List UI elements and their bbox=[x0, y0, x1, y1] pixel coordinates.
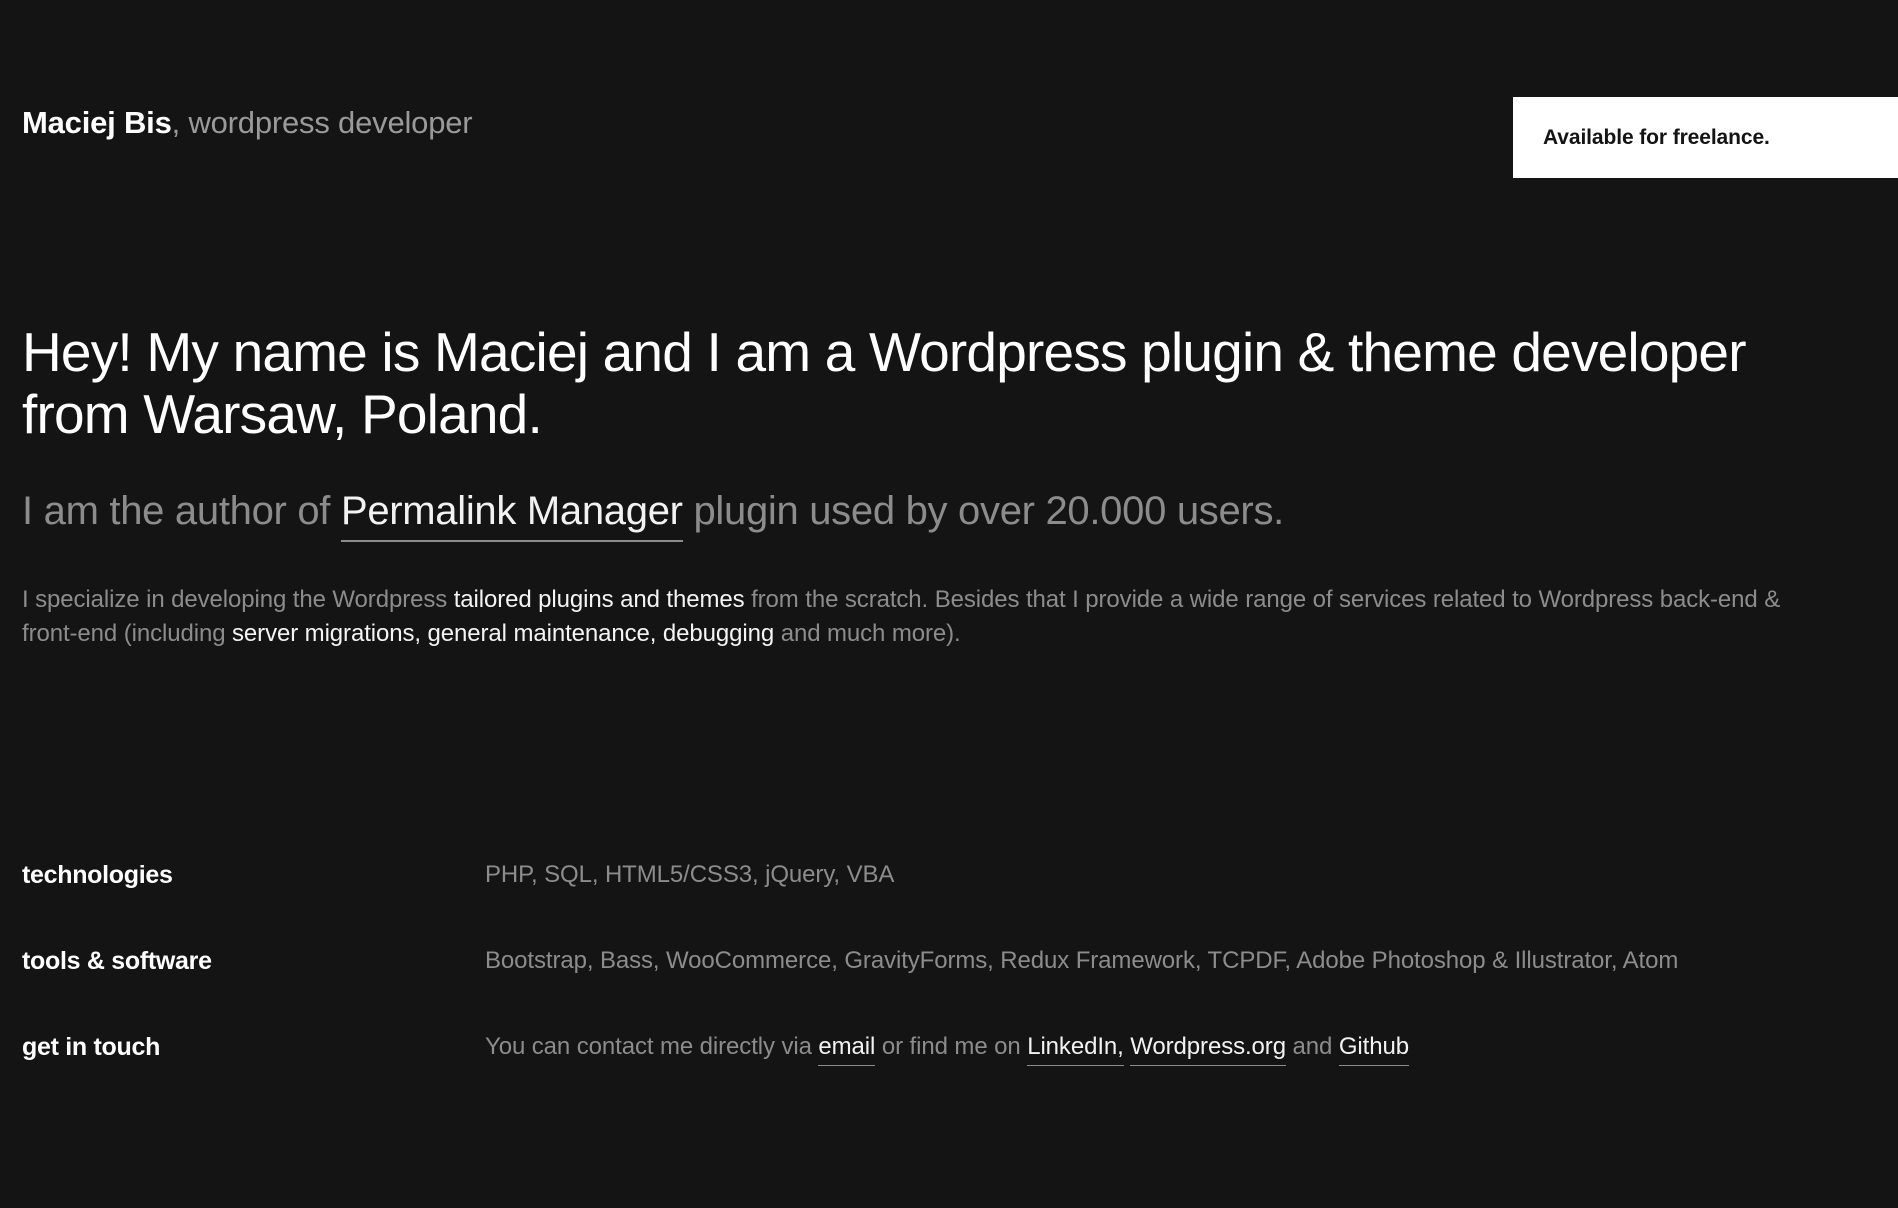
info-value-tools-software: Bootstrap, Bass, WooCommerce, GravityFor… bbox=[485, 947, 1679, 975]
page-root: Maciej Bis, wordpress developer Availabl… bbox=[0, 0, 1898, 1208]
info-row-tools-software: tools & software Bootstrap, Bass, WooCom… bbox=[22, 944, 1832, 978]
wordpress-org-link[interactable]: Wordpress.org bbox=[1130, 1033, 1286, 1067]
hero-paragraph-part-1: I specialize in developing the Wordpress bbox=[22, 586, 454, 614]
info-table: technologies PHP, SQL, HTML5/CSS3, jQuer… bbox=[22, 858, 1832, 1067]
hero-paragraph-highlight-1: tailored plugins and themes bbox=[453, 586, 745, 614]
page-title: Hey! My name is Maciej and I am a Wordpr… bbox=[22, 321, 1747, 445]
brand: Maciej Bis, wordpress developer bbox=[22, 103, 473, 143]
hero-subtitle-before: I am the author of bbox=[22, 489, 341, 534]
contact-text-before: You can contact me directly via bbox=[485, 1033, 819, 1061]
hero-paragraph-part-3: and much more). bbox=[774, 620, 961, 648]
info-value-get-in-touch: You can contact me directly via email or… bbox=[485, 1030, 1825, 1067]
hero-paragraph-highlight-2: server migrations, general maintenance, … bbox=[232, 620, 775, 648]
linkedin-link[interactable]: LinkedIn, bbox=[1027, 1033, 1124, 1067]
info-value-technologies: PHP, SQL, HTML5/CSS3, jQuery, VBA bbox=[485, 861, 895, 888]
hero-subtitle: I am the author of Permalink Manager plu… bbox=[22, 487, 1832, 543]
hero-section: Hey! My name is Maciej and I am a Wordpr… bbox=[22, 321, 1832, 651]
contact-text-and: and bbox=[1285, 1033, 1339, 1061]
availability-badge-label: Available for freelance. bbox=[1543, 125, 1770, 149]
info-label-tools-software: tools & software bbox=[22, 947, 212, 976]
permalink-manager-link[interactable]: Permalink Manager bbox=[340, 489, 683, 543]
email-link[interactable]: email bbox=[818, 1033, 875, 1067]
contact-text-mid: or find me on bbox=[875, 1033, 1028, 1061]
brand-role: , wordpress developer bbox=[171, 105, 473, 140]
info-label-technologies: technologies bbox=[22, 861, 173, 889]
hero-paragraph: I specialize in developing the Wordpress… bbox=[22, 583, 1822, 651]
hero-subtitle-after: plugin used by over 20.000 users. bbox=[682, 489, 1284, 534]
info-row-technologies: technologies PHP, SQL, HTML5/CSS3, jQuer… bbox=[22, 858, 1832, 892]
availability-badge[interactable]: Available for freelance. bbox=[1513, 97, 1898, 178]
info-row-get-in-touch: get in touch You can contact me directly… bbox=[22, 1030, 1832, 1067]
github-link[interactable]: Github bbox=[1338, 1033, 1409, 1067]
brand-name: Maciej Bis bbox=[22, 105, 172, 140]
info-label-get-in-touch: get in touch bbox=[22, 1033, 161, 1062]
site-header: Maciej Bis, wordpress developer Availabl… bbox=[0, 97, 1898, 179]
